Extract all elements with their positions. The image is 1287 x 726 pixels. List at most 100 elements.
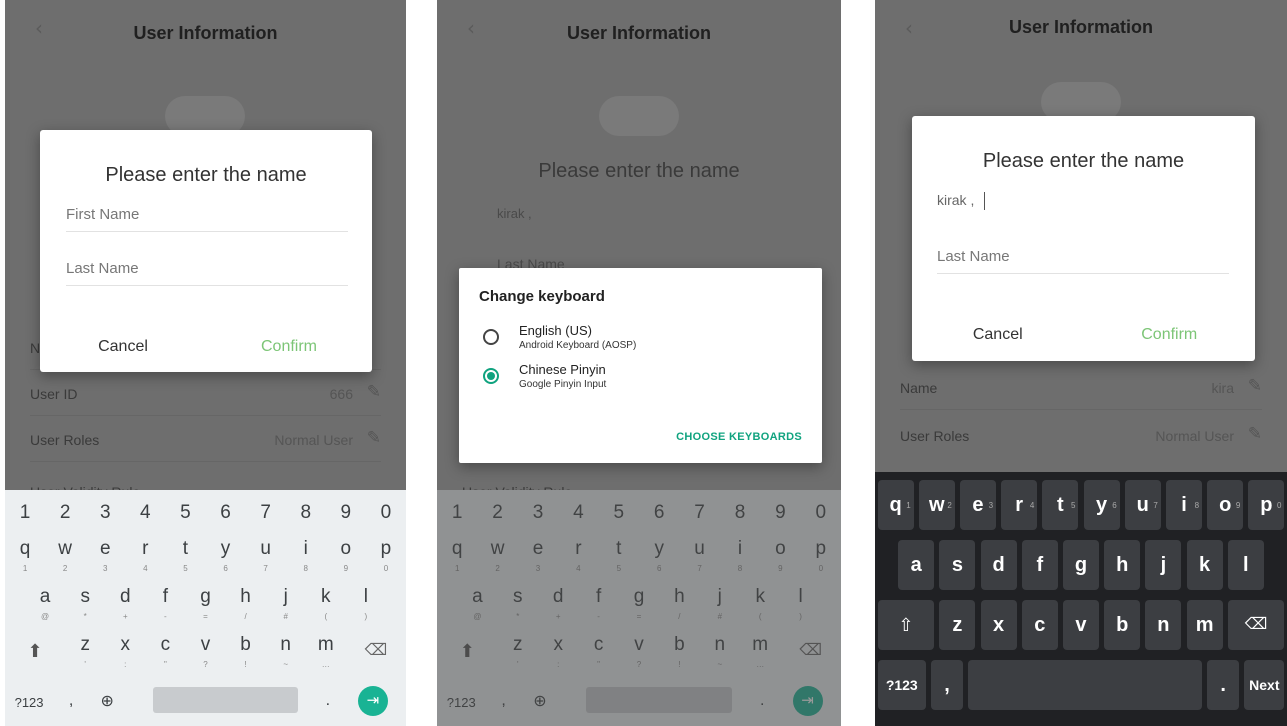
key-hint: 7 [263, 564, 268, 573]
symbols-key[interactable]: ?123 [877, 660, 927, 710]
key-k[interactable]: k [1186, 540, 1223, 590]
key-s[interactable]: s* [65, 586, 105, 622]
pencil-icon[interactable]: ✎ [1248, 376, 1262, 396]
key-hint: 6 [223, 564, 228, 573]
key-x[interactable]: x [980, 600, 1017, 650]
first-name-value: kirak , [497, 206, 532, 221]
dialog-title: Please enter the name [538, 160, 740, 182]
key-f[interactable]: f [1021, 540, 1058, 590]
key-hint: 4 [1029, 501, 1035, 510]
key-j[interactable]: j [1145, 540, 1182, 590]
key-3[interactable]: 3 [85, 498, 125, 528]
radio-selected[interactable] [483, 368, 499, 384]
last-name-field[interactable]: Last Name [937, 248, 1229, 274]
key-b[interactable]: b! [226, 634, 266, 670]
key-b[interactable]: b [1104, 600, 1141, 650]
pencil-icon[interactable]: ✎ [367, 428, 381, 448]
symbols-key[interactable]: ?123 [5, 688, 53, 718]
shift-outline-icon[interactable]: ⇧ [877, 600, 935, 650]
key-c[interactable]: c [1021, 600, 1058, 650]
key-r[interactable]: r4 [125, 538, 165, 574]
key-l[interactable]: l [1227, 540, 1264, 590]
key-t[interactable]: t5 [165, 538, 205, 574]
key-2[interactable]: 2 [45, 498, 85, 528]
cancel-button[interactable]: Cancel [40, 327, 206, 367]
key-a[interactable]: a [898, 540, 935, 590]
key-x[interactable]: x: [105, 634, 145, 670]
key-i[interactable]: i8 [286, 538, 326, 574]
key-c[interactable]: c" [145, 634, 185, 670]
key-i[interactable]: i8 [1165, 480, 1203, 530]
globe-icon[interactable]: ⊕ [89, 686, 125, 716]
key-w[interactable]: w2 [45, 538, 85, 574]
key-7[interactable]: 7 [246, 498, 286, 528]
choose-keyboards-button[interactable]: CHOOSE KEYBOARDS [676, 431, 802, 443]
confirm-button[interactable]: Confirm [1084, 315, 1256, 355]
key-6[interactable]: 6 [206, 498, 246, 528]
pencil-icon[interactable]: ✎ [367, 382, 381, 402]
radio-unselected[interactable] [483, 329, 499, 345]
key-label: q [19, 538, 31, 559]
key-t[interactable]: t5 [1042, 480, 1079, 530]
key-f[interactable]: f- [145, 586, 185, 622]
key-e[interactable]: e3 [959, 480, 997, 530]
key-q[interactable]: q1 [5, 538, 45, 574]
key-p[interactable]: p0 [1248, 480, 1285, 530]
key-n[interactable]: n~ [266, 634, 306, 670]
key-n[interactable]: n [1145, 600, 1182, 650]
key-v[interactable]: v [1062, 600, 1100, 650]
key-g[interactable]: g [1062, 540, 1100, 590]
key-a[interactable]: a@ [25, 586, 65, 622]
key-4[interactable]: 4 [125, 498, 165, 528]
backspace-icon[interactable]: ⌫ [1227, 600, 1285, 650]
period-key[interactable]: . [310, 686, 346, 716]
key-s[interactable]: s [939, 540, 976, 590]
period-key[interactable]: . [1207, 660, 1240, 710]
key-p[interactable]: p0 [366, 538, 406, 574]
key-m[interactable]: m… [306, 634, 346, 670]
key-o[interactable]: o9 [1207, 480, 1244, 530]
comma-key[interactable]: , [931, 660, 964, 710]
key-r[interactable]: r4 [1001, 480, 1038, 530]
key-k[interactable]: k( [306, 586, 346, 622]
space-bar[interactable] [968, 660, 1203, 710]
key-d[interactable]: d+ [105, 586, 145, 622]
key-1[interactable]: 1 [5, 498, 45, 528]
key-z[interactable]: z' [65, 634, 105, 670]
pencil-icon[interactable]: ✎ [1248, 424, 1262, 444]
first-name-field[interactable]: kirak , [937, 192, 1229, 222]
key-y[interactable]: y6 [206, 538, 246, 574]
key-0[interactable]: 0 [366, 498, 406, 528]
comma-key[interactable]: , [53, 686, 89, 716]
last-name-field[interactable]: Last Name [66, 260, 348, 286]
key-l[interactable]: l) [346, 586, 386, 622]
backspace-icon[interactable]: ⌫ [346, 636, 406, 666]
key-u[interactable]: u7 [1124, 480, 1161, 530]
key-9[interactable]: 9 [326, 498, 366, 528]
confirm-button[interactable]: Confirm [206, 327, 372, 367]
first-name-field[interactable]: First Name [66, 206, 348, 232]
key-g[interactable]: g= [185, 586, 225, 622]
key-8[interactable]: 8 [286, 498, 326, 528]
key-label: u [260, 538, 271, 559]
key-v[interactable]: v? [185, 634, 225, 670]
space-bar[interactable] [153, 687, 298, 713]
key-h[interactable]: h/ [226, 586, 266, 622]
next-arrow-icon[interactable]: ⇥ [357, 686, 388, 716]
cancel-button[interactable]: Cancel [912, 315, 1084, 355]
key-q[interactable]: q1 [877, 480, 914, 530]
key-m[interactable]: m [1186, 600, 1223, 650]
key-5[interactable]: 5 [165, 498, 205, 528]
key-z[interactable]: z [939, 600, 976, 650]
next-button[interactable]: Next [1244, 660, 1285, 710]
key-h[interactable]: h [1104, 540, 1141, 590]
key-u[interactable]: u7 [246, 538, 286, 574]
key-d[interactable]: d [980, 540, 1017, 590]
shift-icon[interactable]: ⬆ [5, 636, 65, 666]
key-o[interactable]: o9 [326, 538, 366, 574]
key-w[interactable]: w2 [918, 480, 955, 530]
key-e[interactable]: e3 [85, 538, 125, 574]
key-y[interactable]: y6 [1083, 480, 1120, 530]
key-hint: " [163, 660, 167, 669]
key-j[interactable]: j# [266, 586, 306, 622]
